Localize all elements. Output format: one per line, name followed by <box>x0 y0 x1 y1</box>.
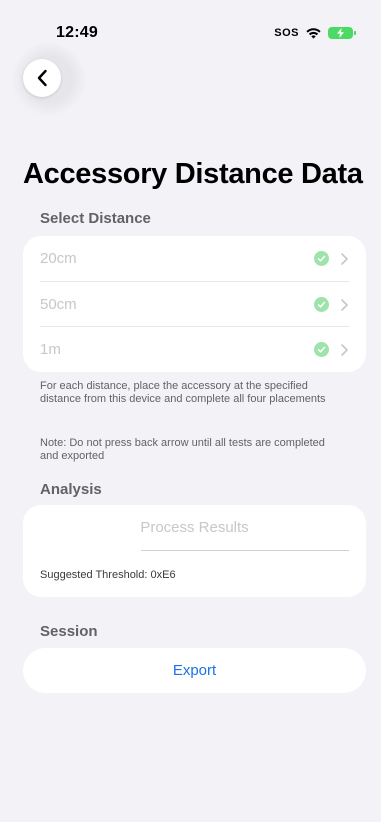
chevron-right-icon <box>341 298 348 311</box>
export-button[interactable]: Export <box>23 648 366 693</box>
status-time: 12:49 <box>56 24 98 41</box>
checkmark-circle-icon <box>314 342 329 357</box>
session-header: Session <box>40 623 98 640</box>
bolt-icon <box>337 27 344 38</box>
chevron-right-icon <box>341 252 348 265</box>
distance-label: 20cm <box>40 250 77 267</box>
wifi-icon <box>306 28 321 39</box>
screen: 12:49 SOS Accessory Distance Data Select… <box>0 0 381 822</box>
distance-row-20cm[interactable]: 20cm <box>40 236 366 281</box>
distance-label: 50cm <box>40 296 77 313</box>
distance-instructions: For each distance, place the accessory a… <box>40 380 326 405</box>
distance-row-50cm[interactable]: 50cm <box>40 282 366 327</box>
select-distance-header: Select Distance <box>40 210 151 227</box>
suggested-threshold: Suggested Threshold: 0xE6 <box>40 569 176 581</box>
analysis-header: Analysis <box>40 481 102 498</box>
status-indicators: SOS <box>274 26 356 39</box>
distance-row-1m[interactable]: 1m <box>40 327 366 372</box>
page-title: Accessory Distance Data <box>23 158 363 190</box>
chevron-left-icon <box>37 69 47 87</box>
checkmark-circle-icon <box>314 297 329 312</box>
battery-charging-icon <box>328 26 356 39</box>
analysis-card: Process Results Suggested Threshold: 0xE… <box>23 505 366 597</box>
back-button[interactable] <box>23 59 61 97</box>
distance-label: 1m <box>40 341 61 358</box>
checkmark-circle-icon <box>314 251 329 266</box>
sos-indicator: SOS <box>274 26 299 39</box>
back-arrow-note: Note: Do not press back arrow until all … <box>40 437 325 462</box>
process-results-underline <box>141 550 349 551</box>
process-results-button[interactable]: Process Results <box>23 519 366 536</box>
distance-list: 20cm 50cm 1m <box>23 236 366 372</box>
chevron-right-icon <box>341 343 348 356</box>
